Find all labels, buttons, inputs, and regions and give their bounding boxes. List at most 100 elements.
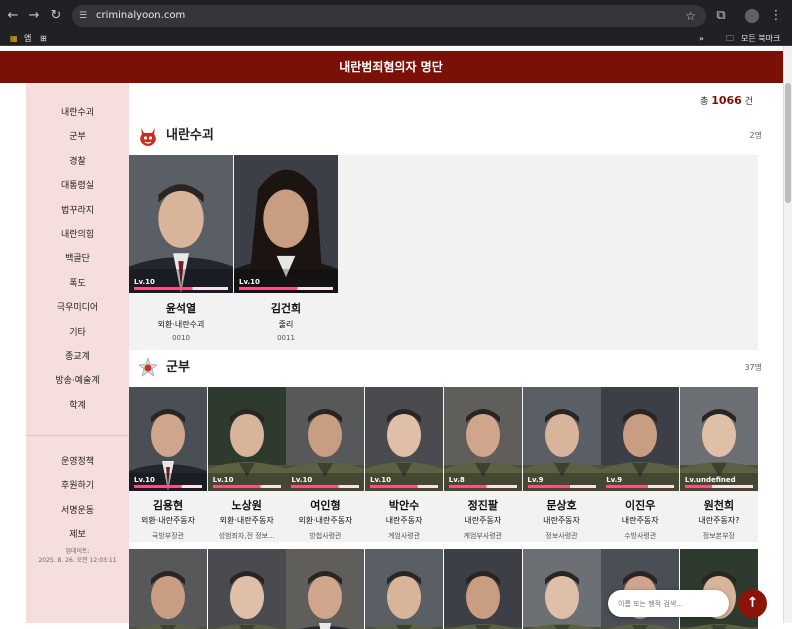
back-icon[interactable]: ← xyxy=(4,7,22,25)
search-input[interactable] xyxy=(618,590,723,617)
sidebar-item[interactable]: 후원하기 xyxy=(26,478,129,491)
person-subtitle: 수방사령관 xyxy=(624,532,657,540)
folder-icon: 🗀 xyxy=(726,34,734,43)
person-photo[interactable]: Lv.10 xyxy=(234,155,338,293)
devil-icon xyxy=(140,128,156,146)
site-header: 내란범죄혐의자 명단 xyxy=(0,51,792,83)
person-card[interactable]: Lv.10 김건희 줄리 0011 xyxy=(234,155,338,350)
person-photo[interactable]: Lv.10 xyxy=(207,387,286,491)
person-role: 내란주동자 xyxy=(543,516,580,525)
sidebar-item[interactable]: 폭도 xyxy=(26,276,129,289)
sidebar-item[interactable]: 운영정책 xyxy=(26,454,129,467)
level-label: Lv.10 xyxy=(239,278,260,286)
person-photo[interactable] xyxy=(129,549,207,629)
person-name: 여인형 xyxy=(310,499,341,512)
level-label: Lv.10 xyxy=(134,278,155,286)
bookmark-star-icon[interactable]: ☆ xyxy=(685,5,696,27)
profile-avatar[interactable] xyxy=(745,9,759,23)
sidebar-item[interactable]: 군부 xyxy=(26,129,129,142)
all-bookmarks[interactable]: 모든 북마크 xyxy=(741,32,780,46)
extensions-icon[interactable]: ⧉ xyxy=(712,7,730,25)
sidebar-item[interactable]: 방송·예술계 xyxy=(26,373,129,386)
person-photo[interactable]: Lv.9 xyxy=(601,387,680,491)
hp-bar xyxy=(291,485,360,488)
scrollbar-thumb[interactable] xyxy=(785,83,791,203)
apps-icon[interactable]: ▦ xyxy=(10,32,18,46)
sidebar-item[interactable]: 대통령실 xyxy=(26,178,129,191)
updated-label: 업데이트: xyxy=(65,548,90,555)
person-role: 내란주동자 xyxy=(464,516,502,525)
person-photo[interactable]: Lv.9 xyxy=(522,387,601,491)
search-box[interactable] xyxy=(608,590,729,617)
person-role: 내란주동자 xyxy=(621,516,659,525)
section-title: 군부 xyxy=(166,360,190,375)
person-photo[interactable] xyxy=(679,549,758,629)
sidebar-item[interactable]: 내란수괴 xyxy=(26,105,129,118)
level-label: Lv.9 xyxy=(527,476,544,484)
person-role: 외환·내란주동자 xyxy=(298,516,353,525)
person-role: 외환·내란수괴 xyxy=(157,320,205,329)
person-photo[interactable]: Lv.10 xyxy=(286,387,365,491)
person-subtitle: 국방부장관 xyxy=(151,532,185,540)
section-header-military: 군부 37명 xyxy=(137,357,762,381)
address-bar[interactable]: ☰ criminalyoon.com ☆ xyxy=(72,5,706,27)
forward-icon[interactable]: → xyxy=(25,7,43,25)
person-name: 윤석열 xyxy=(165,302,197,315)
site-title[interactable]: 내란범죄혐의자 명단 xyxy=(0,51,782,83)
level-label: Lv.8 xyxy=(448,476,465,484)
person-photo[interactable] xyxy=(443,549,522,629)
person-photo[interactable]: Lv.10 xyxy=(129,387,207,491)
scroll-to-top-button[interactable]: ↑ xyxy=(738,589,767,618)
person-photo[interactable]: Lv.10 xyxy=(365,387,444,491)
hp-bar xyxy=(606,485,675,488)
total-prefix: 총 xyxy=(700,97,709,107)
person-name: 노상원 xyxy=(231,499,262,512)
hp-bar xyxy=(527,485,596,488)
sidebar-item[interactable]: 제보 xyxy=(26,527,129,540)
sidebar-item[interactable]: 서명운동 xyxy=(26,503,129,516)
sidebar-item[interactable]: 기타 xyxy=(26,325,129,338)
sidebar-item[interactable]: 종교계 xyxy=(26,349,129,362)
page-scrollbar[interactable] xyxy=(783,46,792,623)
grid-icon[interactable]: ⊞ xyxy=(40,32,47,46)
hp-bar xyxy=(684,485,753,488)
sidebar-item[interactable]: 극우미디어 xyxy=(26,300,129,313)
sidebar-item[interactable]: 법꾸라지 xyxy=(26,203,129,216)
person-subtitle: 정보사령관 xyxy=(545,532,578,540)
person-card[interactable]: Lv.10 윤석열 외환·내란수괴 0010 xyxy=(129,155,233,350)
apps-label[interactable]: 앱 xyxy=(24,32,31,46)
level-label: Lv.10 xyxy=(370,476,391,484)
person-name: 김건희 xyxy=(270,302,302,315)
person-photo[interactable] xyxy=(286,549,365,629)
person-role: 외환·내란주동자 xyxy=(219,516,274,525)
sidebar-item[interactable]: 학계 xyxy=(26,398,129,411)
person-photo[interactable] xyxy=(601,549,680,629)
site-info-icon[interactable]: ☰ xyxy=(79,11,90,21)
browser-toolbar: ← → ↻ ☰ criminalyoon.com ☆ ⧉ ⋮ xyxy=(0,0,792,32)
sidebar-item[interactable]: 백골단 xyxy=(26,251,129,264)
person-photo[interactable] xyxy=(365,549,444,629)
sidebar-item[interactable]: 내란의힘 xyxy=(26,227,129,240)
person-name: 박안수 xyxy=(388,499,420,512)
more-bookmarks[interactable]: » xyxy=(699,32,704,46)
person-photo[interactable] xyxy=(522,549,601,629)
total-suffix: 건 xyxy=(744,97,753,107)
sidebar-item[interactable]: 경찰 xyxy=(26,154,129,167)
card-row: Lv.10 윤석열 외환·내란수괴 0010 Lv.10 김건희 줄리 0011 xyxy=(129,155,758,350)
total-number: 1066 xyxy=(711,94,742,107)
level-label: Lv.10 xyxy=(291,476,313,484)
person-subtitle: 성범죄자,전 정보... xyxy=(218,532,275,540)
person-role: 내란주동자? xyxy=(698,516,740,525)
menu-icon[interactable]: ⋮ xyxy=(767,7,785,25)
main-content: 총 1066 건 내란수괴 2명 Lv.10 윤석열 외환·내란수괴 0010 Lv.1… xyxy=(129,83,783,629)
reload-icon[interactable]: ↻ xyxy=(47,7,65,25)
person-photo[interactable]: Lv.undefined xyxy=(679,387,758,491)
person-photo[interactable]: Lv.8 xyxy=(443,387,522,491)
person-name: 정진팔 xyxy=(467,499,498,512)
person-photo[interactable] xyxy=(207,549,286,629)
arrow-up-icon: ↑ xyxy=(746,595,759,611)
person-photo[interactable]: Lv.10 xyxy=(129,155,233,293)
person-subtitle: 계엄사령관 xyxy=(387,532,421,540)
card-row: Lv.10 김용현 외환·내란주동자 국방부장관 Lv.10 노상원 외환·내란주동자 성범죄… xyxy=(129,387,758,542)
hp-bar xyxy=(448,485,517,488)
